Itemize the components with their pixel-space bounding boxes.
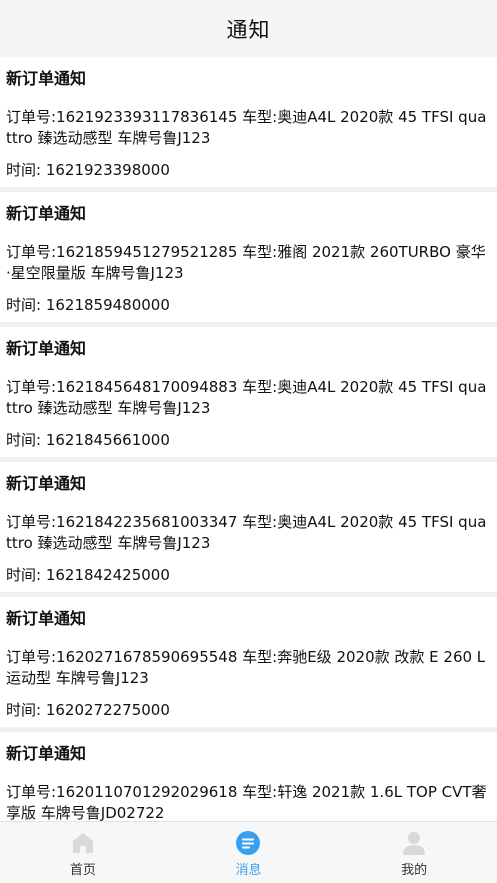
app-root: 通知 新订单通知 订单号:1621923393117836145 车型:奥迪A4… bbox=[0, 0, 497, 883]
notification-time: 时间: 1621859480000 bbox=[6, 296, 170, 314]
notification-card[interactable]: 新订单通知 订单号:1621923393117836145 车型:奥迪A4L 2… bbox=[0, 57, 497, 187]
tab-bar: 首页 消息 我的 bbox=[0, 821, 497, 883]
notification-time: 时间: 1621923398000 bbox=[6, 161, 170, 179]
notification-title: 新订单通知 bbox=[6, 204, 87, 223]
notification-title: 新订单通知 bbox=[6, 339, 87, 358]
notification-title: 新订单通知 bbox=[6, 609, 87, 628]
notification-body: 订单号:1621845648170094883 车型:奥迪A4L 2020款 4… bbox=[6, 378, 487, 417]
notification-title: 新订单通知 bbox=[6, 69, 87, 88]
message-icon bbox=[236, 831, 261, 855]
notification-body: 订单号:1621842235681003347 车型:奥迪A4L 2020款 4… bbox=[6, 513, 487, 552]
notification-card[interactable]: 新订单通知 订单号:1621859451279521285 车型:雅阁 2021… bbox=[0, 192, 497, 322]
notification-body: 订单号:1620110701292029618 车型:轩逸 2021款 1.6L… bbox=[6, 783, 487, 821]
user-icon bbox=[403, 832, 426, 855]
tab-home-label: 首页 bbox=[69, 863, 96, 878]
notification-card[interactable]: 新订单通知 订单号:1620271678590695548 车型:奔驰E级 20… bbox=[0, 597, 497, 727]
notification-card[interactable]: 新订单通知 订单号:1620110701292029618 车型:轩逸 2021… bbox=[0, 732, 497, 821]
tab-messages-label: 消息 bbox=[235, 863, 262, 878]
notification-time: 时间: 1621842425000 bbox=[6, 566, 170, 584]
notification-title: 新订单通知 bbox=[6, 474, 87, 493]
notification-card[interactable]: 新订单通知 订单号:1621842235681003347 车型:奥迪A4L 2… bbox=[0, 462, 497, 592]
tab-messages[interactable]: 消息 bbox=[166, 822, 331, 878]
home-icon bbox=[72, 833, 93, 853]
tab-mine-label: 我的 bbox=[401, 863, 428, 878]
notification-time: 时间: 1621845661000 bbox=[6, 431, 170, 449]
notification-list[interactable]: 新订单通知 订单号:1621923393117836145 车型:奥迪A4L 2… bbox=[0, 57, 497, 821]
notification-body: 订单号:1621923393117836145 车型:奥迪A4L 2020款 4… bbox=[6, 108, 487, 147]
header: 通知 bbox=[0, 0, 497, 57]
notification-title: 新订单通知 bbox=[6, 744, 87, 763]
notification-body: 订单号:1620271678590695548 车型:奔驰E级 2020款 改款… bbox=[6, 648, 486, 687]
notification-body: 订单号:1621859451279521285 车型:雅阁 2021款 260T… bbox=[6, 243, 486, 282]
page-title: 通知 bbox=[226, 17, 271, 42]
tab-mine[interactable]: 我的 bbox=[332, 822, 497, 878]
notification-time: 时间: 1620272275000 bbox=[6, 701, 170, 719]
tab-home[interactable]: 首页 bbox=[0, 822, 165, 878]
notification-card[interactable]: 新订单通知 订单号:1621845648170094883 车型:奥迪A4L 2… bbox=[0, 327, 497, 457]
